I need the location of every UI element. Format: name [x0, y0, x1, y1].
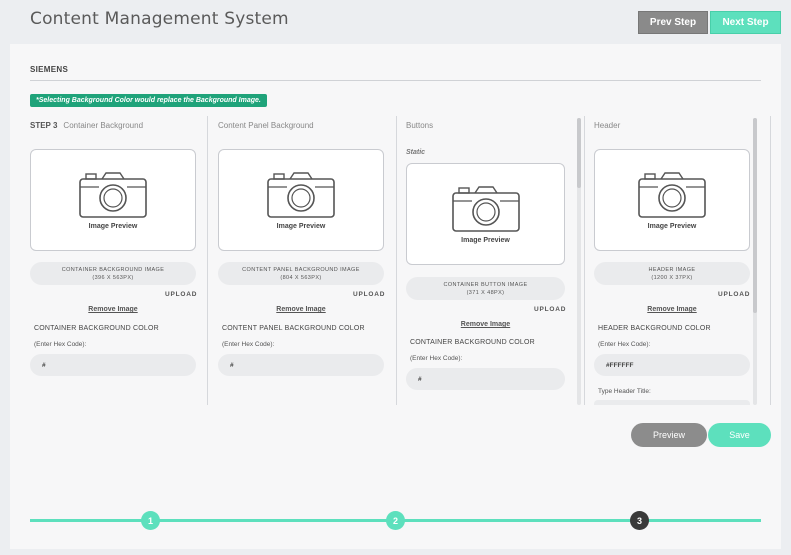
camera-icon: [267, 171, 335, 218]
column-divider: [207, 116, 208, 405]
image-preview-label: Image Preview: [276, 222, 326, 230]
hex-code-hint: (Enter Hex Code):: [34, 341, 87, 348]
save-button[interactable]: Save: [708, 423, 771, 447]
top-bar: Content Management System Prev Step Next…: [0, 0, 791, 44]
hex-code-hint: (Enter Hex Code):: [410, 355, 463, 362]
remove-image-link[interactable]: Remove Image: [30, 306, 196, 313]
organization-name: SIEMENS: [30, 65, 69, 74]
hex-color-input[interactable]: #: [406, 368, 565, 390]
divider: [30, 80, 761, 81]
image-spec-name: CONTAINER BACKGROUND IMAGE: [61, 266, 165, 273]
image-spec-name: CONTENT PANEL BACKGROUND IMAGE: [242, 266, 360, 273]
image-spec-size: (396 X 563PX): [92, 274, 134, 281]
scrollbar-header[interactable]: [753, 118, 757, 405]
image-preview-label: Image Preview: [88, 222, 138, 230]
hex-code-hint: (Enter Hex Code):: [598, 341, 651, 348]
column-divider: [770, 116, 771, 405]
step-indicator-1[interactable]: 1: [141, 511, 160, 530]
image-preview-box[interactable]: Image Preview: [218, 149, 384, 251]
column-header-label: Container Background: [63, 121, 144, 130]
camera-icon: [79, 171, 147, 218]
image-preview-box[interactable]: Image Preview: [406, 163, 565, 265]
image-spec-size: (371 X 48PX): [466, 289, 505, 296]
hex-color-input[interactable]: #: [218, 354, 384, 376]
remove-image-link[interactable]: Remove Image: [406, 321, 565, 328]
image-spec-size: (804 X 563PX): [280, 274, 322, 281]
hex-color-input[interactable]: #FFFFFF: [594, 354, 750, 376]
hex-color-input[interactable]: #: [30, 354, 196, 376]
upload-button[interactable]: UPLOAD: [718, 291, 750, 298]
app-title: Content Management System: [30, 9, 289, 29]
upload-button[interactable]: UPLOAD: [353, 291, 385, 298]
column-header: Content Panel Background: [218, 121, 314, 130]
scrollbar-thumb[interactable]: [577, 118, 581, 188]
image-spec-name: CONTAINER BUTTON IMAGE: [443, 281, 528, 288]
upload-button[interactable]: UPLOAD: [165, 291, 197, 298]
image-spec-pill: CONTAINER BACKGROUND IMAGE (396 X 563PX): [30, 262, 196, 285]
prev-step-button[interactable]: Prev Step: [638, 11, 708, 34]
color-field-title: CONTENT PANEL BACKGROUND COLOR: [222, 325, 365, 332]
column-divider: [396, 116, 397, 405]
color-field-title: CONTAINER BACKGROUND COLOR: [34, 325, 159, 332]
remove-image-link[interactable]: Remove Image: [594, 306, 750, 313]
column-container-background: STEP 3 Container Background Image Preview…: [30, 116, 206, 405]
preview-button[interactable]: Preview: [631, 423, 707, 447]
step-indicator-2[interactable]: 2: [386, 511, 405, 530]
image-preview-label: Image Preview: [461, 236, 510, 244]
color-field-title: CONTAINER BACKGROUND COLOR: [410, 339, 535, 346]
upload-button[interactable]: UPLOAD: [534, 306, 566, 313]
header-title-hint: Type Header Title:: [598, 388, 651, 395]
image-spec-pill: CONTENT PANEL BACKGROUND IMAGE (804 X 56…: [218, 262, 384, 285]
image-preview-box[interactable]: Image Preview: [30, 149, 196, 251]
hex-code-hint: (Enter Hex Code):: [222, 341, 275, 348]
notice-banner: *Selecting Background Color would replac…: [30, 94, 267, 107]
remove-image-link[interactable]: Remove Image: [218, 306, 384, 313]
next-step-button[interactable]: Next Step: [710, 11, 781, 34]
column-header: Header: [594, 121, 621, 130]
header-title-input[interactable]: [594, 400, 750, 405]
image-preview-label: Image Preview: [647, 222, 697, 230]
camera-icon: [638, 171, 706, 218]
column-header: STEP 3 Container Background: [30, 121, 143, 130]
column-header-settings: Header Image Preview HEADER IMAGE (1200 …: [594, 116, 764, 405]
main-panel: SIEMENS *Selecting Background Color woul…: [10, 44, 781, 549]
color-field-title: HEADER BACKGROUND COLOR: [598, 325, 711, 332]
column-divider: [584, 116, 585, 405]
static-label: Static: [406, 149, 426, 156]
column-content-panel-background: Content Panel Background Image Preview C…: [218, 116, 396, 405]
scrollbar-thumb[interactable]: [753, 118, 757, 313]
image-spec-pill: HEADER IMAGE (1200 X 37PX): [594, 262, 750, 285]
image-preview-box[interactable]: Image Preview: [594, 149, 750, 251]
step-label: STEP 3: [30, 121, 58, 130]
image-spec-pill: CONTAINER BUTTON IMAGE (371 X 48PX): [406, 277, 565, 300]
column-buttons: Buttons Static Image Preview CONTAINER B…: [406, 116, 576, 405]
camera-icon: [451, 185, 520, 232]
image-spec-size: (1200 X 37PX): [651, 274, 693, 281]
scrollbar-buttons[interactable]: [577, 118, 581, 405]
image-spec-name: HEADER IMAGE: [648, 266, 696, 273]
column-header: Buttons: [406, 121, 434, 130]
step-indicator-3[interactable]: 3: [630, 511, 649, 530]
